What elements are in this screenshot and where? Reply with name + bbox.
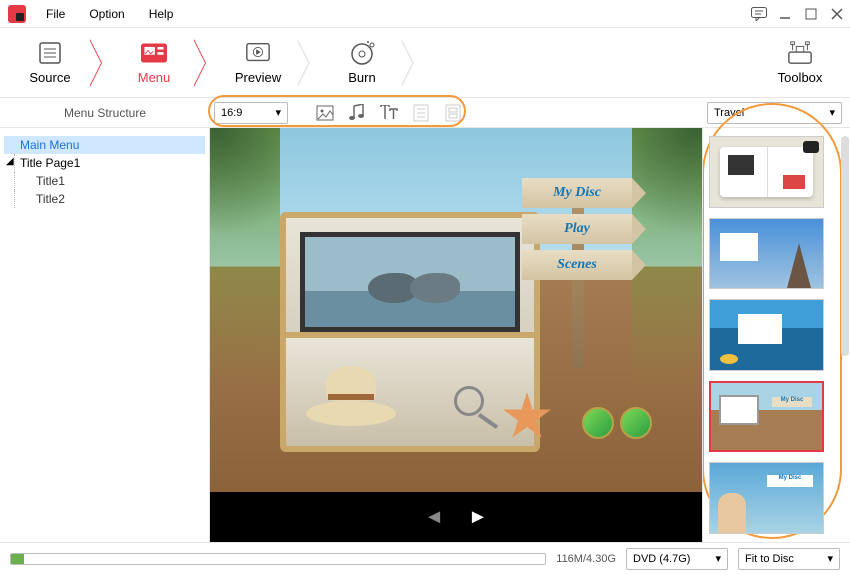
page-nav: ◄ ► xyxy=(210,492,702,542)
feedback-icon[interactable] xyxy=(746,0,772,27)
music-icon[interactable] xyxy=(348,104,366,122)
tree-title2[interactable]: Title2 xyxy=(4,190,205,208)
arrow-sep xyxy=(194,38,218,88)
menu-tree: Main Menu ◢Title Page1 Title1 Title2 xyxy=(0,128,210,542)
suitcase-graphic xyxy=(280,212,540,452)
text-icon[interactable] xyxy=(380,104,398,122)
next-page-button[interactable]: ► xyxy=(468,506,488,529)
button-icon[interactable] xyxy=(444,104,462,122)
aspect-ratio-value: 16:9 xyxy=(221,107,242,119)
close-button[interactable] xyxy=(824,0,850,27)
minimize-button[interactable] xyxy=(772,0,798,27)
toolbox-icon xyxy=(787,40,813,66)
status-bar: 116M/4.30G DVD (4.7G) ▾ Fit to Disc ▾ xyxy=(0,542,850,574)
step-source[interactable]: Source xyxy=(10,40,90,85)
preview-icon xyxy=(245,40,271,66)
workflow-nav: Source Menu Preview Burn Toolbox xyxy=(0,28,850,98)
step-preview-label: Preview xyxy=(235,70,281,85)
tree-title-page[interactable]: ◢Title Page1 xyxy=(4,154,205,172)
menu-scenes-button[interactable]: Scenes xyxy=(522,250,632,280)
template-category-select[interactable]: Travel ▾ xyxy=(707,102,842,124)
template-category-value: Travel xyxy=(714,107,744,119)
image-icon[interactable] xyxy=(316,104,334,122)
step-toolbox[interactable]: Toolbox xyxy=(760,40,840,85)
disc-type-select[interactable]: DVD (4.7G) ▾ xyxy=(626,548,728,570)
palm-decoration xyxy=(210,128,280,388)
menu-title-button[interactable]: My Disc xyxy=(522,178,632,208)
step-source-label: Source xyxy=(29,70,70,85)
scrollbar-thumb[interactable] xyxy=(841,136,849,356)
expand-icon[interactable]: ◢ xyxy=(6,156,14,167)
app-logo xyxy=(8,5,26,23)
disc-usage-text: 116M/4.30G xyxy=(556,553,616,565)
step-toolbox-label: Toolbox xyxy=(778,70,823,85)
chevron-down-icon: ▾ xyxy=(715,552,721,565)
menu-file[interactable]: File xyxy=(34,0,77,27)
menu-help[interactable]: Help xyxy=(137,0,186,27)
template-thumb-selected[interactable]: My Disc xyxy=(709,381,824,453)
template-thumb[interactable] xyxy=(709,136,824,208)
chevron-down-icon: ▾ xyxy=(829,106,835,119)
menu-canvas[interactable]: My Disc Play Scenes xyxy=(210,128,702,492)
arrow-sep xyxy=(90,38,114,88)
prev-page-button[interactable]: ◄ xyxy=(424,506,444,529)
video-thumbnail[interactable] xyxy=(300,232,520,332)
arrow-sep xyxy=(298,38,322,88)
chevron-down-icon: ▾ xyxy=(827,552,833,565)
titlebar: File Option Help xyxy=(0,0,850,28)
template-thumb[interactable] xyxy=(709,299,824,371)
menu-play-button[interactable]: Play xyxy=(522,214,632,244)
fit-select[interactable]: Fit to Disc ▾ xyxy=(738,548,840,570)
disc-type-value: DVD (4.7G) xyxy=(633,553,690,565)
maximize-button[interactable] xyxy=(798,0,824,27)
tree-title1[interactable]: Title1 xyxy=(4,172,205,190)
menu-signs: My Disc Play Scenes xyxy=(522,178,632,286)
toolbar-icons xyxy=(316,104,462,122)
step-menu[interactable]: Menu xyxy=(114,40,194,85)
burn-icon xyxy=(349,40,375,66)
chapter-icon[interactable] xyxy=(412,104,430,122)
template-thumb[interactable] xyxy=(709,218,824,290)
step-burn[interactable]: Burn xyxy=(322,40,402,85)
disc-usage-bar xyxy=(10,553,546,565)
tree-main-menu[interactable]: Main Menu xyxy=(4,136,205,154)
chevron-down-icon: ▾ xyxy=(275,106,281,119)
step-menu-label: Menu xyxy=(138,70,171,85)
arrow-sep xyxy=(402,38,426,88)
source-icon xyxy=(37,40,63,66)
step-preview[interactable]: Preview xyxy=(218,40,298,85)
template-thumb[interactable]: My Disc xyxy=(709,462,824,534)
step-burn-label: Burn xyxy=(348,70,375,85)
sunglasses-decoration xyxy=(582,407,652,442)
menu-option[interactable]: Option xyxy=(77,0,136,27)
template-list: My Disc My Disc xyxy=(702,128,850,542)
menu-icon xyxy=(141,40,167,66)
main-area: Main Menu ◢Title Page1 Title1 Title2 xyxy=(0,128,850,542)
preview-pane: My Disc Play Scenes ◄ ► xyxy=(210,128,702,542)
fit-value: Fit to Disc xyxy=(745,553,794,565)
aspect-ratio-select[interactable]: 16:9 ▾ xyxy=(214,102,288,124)
tool-row: Menu Structure 16:9 ▾ Travel ▾ xyxy=(0,98,850,128)
menu-structure-label: Menu Structure xyxy=(0,106,210,120)
